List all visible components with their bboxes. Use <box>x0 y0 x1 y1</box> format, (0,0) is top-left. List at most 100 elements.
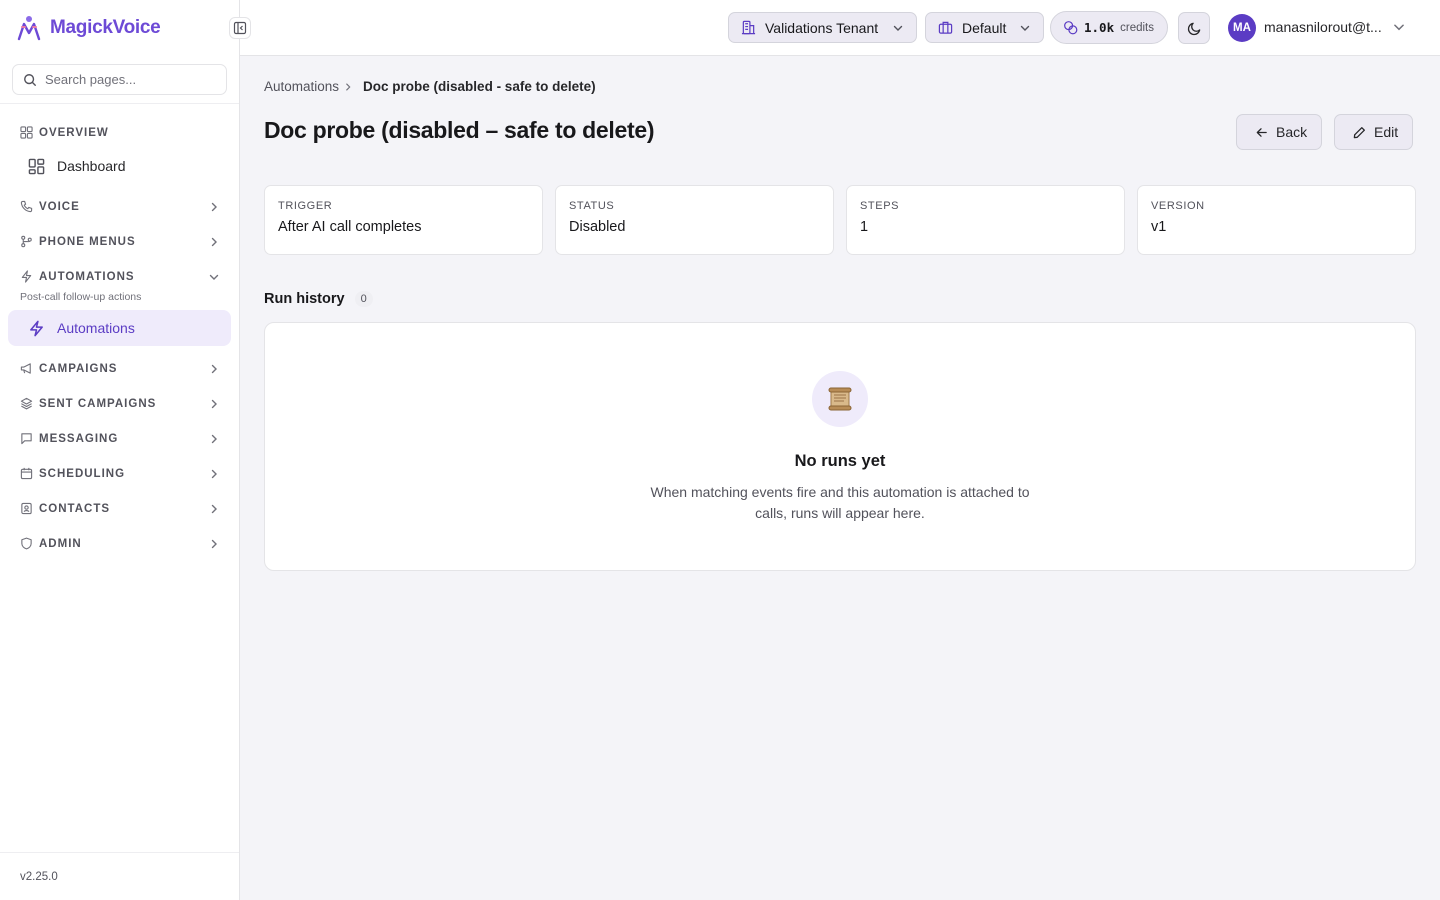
stat-card-steps: STEPS 1 <box>846 185 1125 255</box>
calendar-icon <box>20 467 33 480</box>
stat-label: STEPS <box>860 200 900 212</box>
chevron-right-icon <box>211 399 217 409</box>
moon-icon <box>1187 22 1200 35</box>
stat-label: STATUS <box>569 200 615 212</box>
sidebar-section-voice[interactable]: VOICE <box>20 200 220 213</box>
sidebar-section-subtitle: Post-call follow-up actions <box>20 291 142 303</box>
dashboard-icon <box>28 158 45 174</box>
chevron-right-icon <box>211 539 217 549</box>
run-history-header: Run history 0 <box>264 291 373 307</box>
sidebar-section-campaigns[interactable]: CAMPAIGNS <box>20 362 220 375</box>
sidebar-section-label: PHONE MENUS <box>39 235 136 248</box>
back-button[interactable]: Back <box>1236 114 1323 150</box>
collapse-sidebar-button[interactable] <box>229 17 251 39</box>
chevron-right-icon <box>211 202 217 212</box>
stat-value: Disabled <box>569 219 626 235</box>
tenant-selector[interactable]: Validations Tenant <box>728 12 918 43</box>
theme-toggle-button[interactable] <box>1178 12 1210 44</box>
workspace-name: Default <box>962 19 1007 36</box>
stat-card-version: VERSION v1 <box>1137 185 1416 255</box>
lightning-icon <box>21 270 32 283</box>
sidebar-section-phone-menus[interactable]: PHONE MENUS <box>20 235 220 248</box>
grid-icon <box>20 126 33 139</box>
stat-value: After AI call completes <box>278 219 422 235</box>
sidebar-divider <box>0 852 239 853</box>
sidebar-section-label: MESSAGING <box>39 432 119 445</box>
search-input[interactable] <box>45 72 215 87</box>
sidebar-section-label: SCHEDULING <box>39 467 126 480</box>
credits-badge[interactable]: 1.0k credits <box>1050 11 1168 44</box>
sidebar-section-label: CAMPAIGNS <box>39 362 118 375</box>
sidebar-item-automations[interactable]: Automations <box>8 310 231 346</box>
scroll-icon <box>812 371 868 427</box>
chevron-down-icon[interactable] <box>1392 20 1406 34</box>
stat-card-status: STATUS Disabled <box>555 185 834 255</box>
building-icon <box>741 20 756 35</box>
sidebar-item-dashboard[interactable]: Dashboard <box>8 148 231 184</box>
sidebar-toggle-icon <box>233 21 247 35</box>
chevron-down-icon <box>893 25 903 31</box>
breadcrumb-current: Doc probe (disabled - safe to delete) <box>363 79 596 94</box>
pencil-icon <box>1353 126 1365 138</box>
branch-icon <box>21 235 32 248</box>
sidebar-section-automations[interactable]: AUTOMATIONS <box>20 270 220 283</box>
sidebar-section-sent-campaigns[interactable]: SENT CAMPAIGNS <box>20 397 220 410</box>
search-box[interactable] <box>12 64 227 95</box>
chevron-right-icon <box>211 237 217 247</box>
edit-button-label: Edit <box>1374 124 1399 140</box>
sidebar-item-label: Dashboard <box>57 158 126 174</box>
shield-icon <box>21 537 32 550</box>
stat-value: v1 <box>1151 219 1167 235</box>
coins-icon <box>1064 21 1078 35</box>
sidebar-section-scheduling[interactable]: SCHEDULING <box>20 467 220 480</box>
empty-state-description: When matching events fire and this autom… <box>650 484 1030 521</box>
top-bar: Validations Tenant Default 1.0k credits … <box>240 0 1440 56</box>
app-version: v2.25.0 <box>20 871 58 883</box>
edit-button[interactable]: Edit <box>1334 114 1414 150</box>
magickvoice-logo-icon <box>17 16 41 41</box>
search-icon <box>24 73 36 86</box>
stat-label: VERSION <box>1151 200 1205 212</box>
chevron-down-icon <box>1021 25 1030 31</box>
stat-card-trigger: TRIGGER After AI call completes <box>264 185 543 255</box>
sidebar-section-label: SENT CAMPAIGNS <box>39 397 157 410</box>
sidebar-section-admin[interactable]: ADMIN <box>20 537 220 550</box>
chevron-right-icon <box>346 83 351 90</box>
user-name[interactable]: manasnilorout@t... <box>1264 19 1386 35</box>
message-icon <box>21 433 32 445</box>
avatar[interactable]: MA <box>1228 14 1256 42</box>
run-history-empty-state: No runs yet When matching events fire an… <box>264 322 1416 571</box>
lightning-icon <box>30 320 43 336</box>
sidebar-section-messaging[interactable]: MESSAGING <box>20 432 220 445</box>
chevron-right-icon <box>211 504 217 514</box>
briefcase-icon <box>938 21 953 34</box>
sidebar-section-label: OVERVIEW <box>39 126 109 139</box>
layers-icon <box>20 397 33 410</box>
sidebar-section-label: ADMIN <box>39 537 82 550</box>
breadcrumb-link-automations[interactable]: Automations <box>264 79 339 94</box>
run-history-count: 0 <box>354 291 373 307</box>
phone-icon <box>20 200 33 213</box>
brand-name: MagickVoice <box>50 17 161 38</box>
breadcrumb: Automations Doc probe (disabled - safe t… <box>264 79 596 94</box>
stat-value: 1 <box>860 219 869 235</box>
workspace-selector[interactable]: Default <box>925 12 1045 43</box>
sidebar-section-contacts[interactable]: CONTACTS <box>20 502 220 515</box>
page-title: Doc probe (disabled – safe to delete) <box>264 117 655 143</box>
sidebar-divider <box>0 103 239 104</box>
chevron-right-icon <box>211 469 217 479</box>
sidebar-section-overview[interactable]: OVERVIEW <box>20 126 220 139</box>
brand[interactable]: MagickVoice <box>16 13 161 43</box>
back-button-label: Back <box>1276 124 1308 140</box>
run-history-title: Run history <box>264 291 345 307</box>
sidebar-section-label: CONTACTS <box>39 502 111 515</box>
empty-state-title: No runs yet <box>794 452 886 470</box>
sidebar-section-label: VOICE <box>39 200 80 213</box>
sidebar: MagickVoice OVERVIEW Dashboard VOICE PHO… <box>0 0 240 900</box>
credits-value: 1.0k <box>1084 20 1115 35</box>
tenant-name: Validations Tenant <box>765 19 879 36</box>
sidebar-item-label: Automations <box>57 320 135 336</box>
arrow-left-icon <box>1256 127 1267 137</box>
stat-label: TRIGGER <box>278 200 333 212</box>
chevron-right-icon <box>211 364 217 374</box>
